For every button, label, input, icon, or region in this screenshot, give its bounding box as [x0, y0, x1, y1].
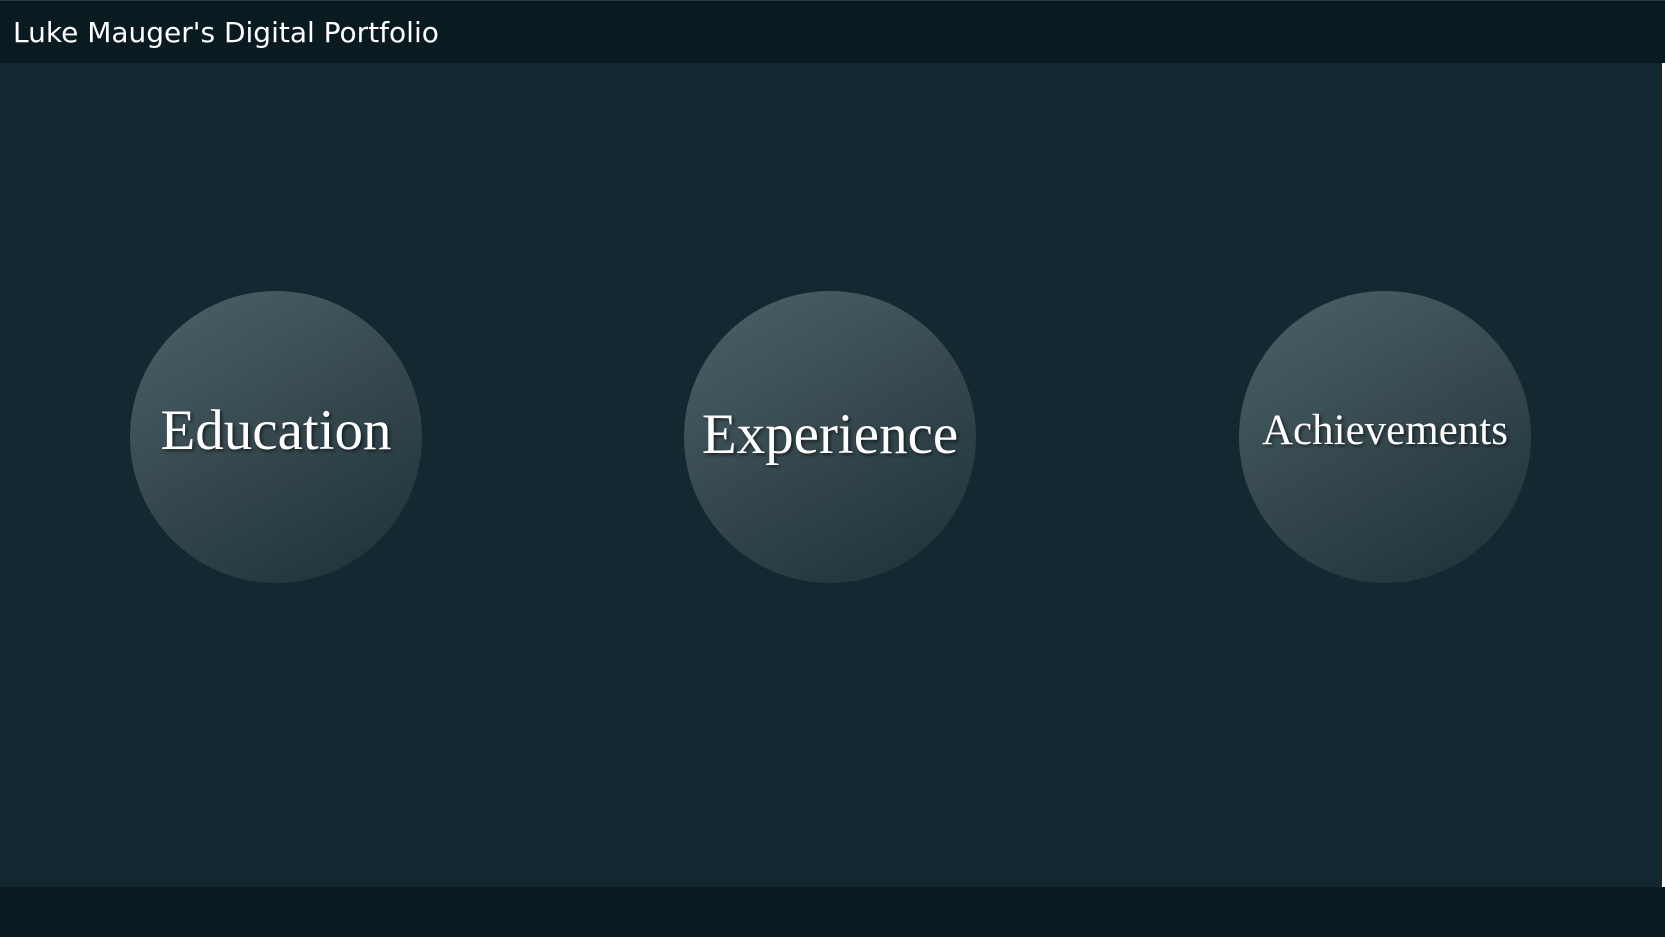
experience-nav-button[interactable]: Experience	[684, 291, 976, 583]
page-frame: Luke Mauger's Digital Portfolio Educatio…	[0, 0, 1665, 938]
main-content: Education Experience Achievements	[0, 63, 1662, 887]
site-title: Luke Mauger's Digital Portfolio	[13, 16, 439, 49]
site-footer	[0, 887, 1665, 938]
education-nav-button[interactable]: Education	[130, 291, 422, 583]
achievements-nav-button[interactable]: Achievements	[1239, 291, 1531, 583]
site-header: Luke Mauger's Digital Portfolio	[0, 0, 1665, 63]
achievements-label: Achievements	[1262, 406, 1508, 454]
education-label: Education	[160, 398, 392, 462]
experience-label: Experience	[701, 402, 959, 466]
